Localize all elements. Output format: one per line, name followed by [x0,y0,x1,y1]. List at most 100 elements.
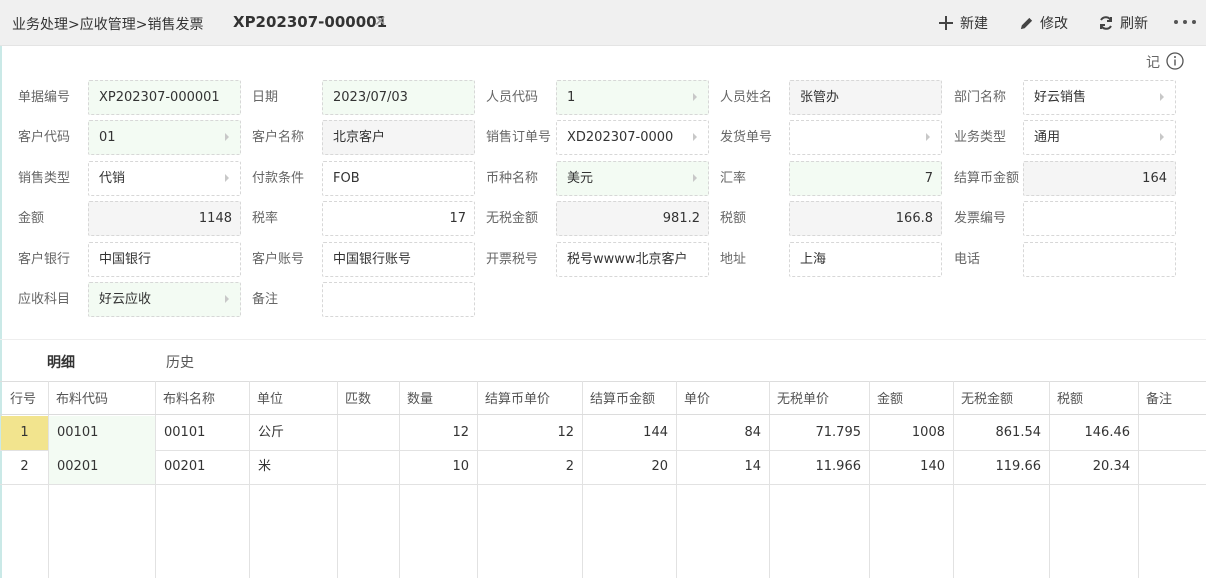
tax-rate-field[interactable]: 17 [322,201,475,236]
chevron-right-icon[interactable] [693,174,697,182]
table-cell[interactable]: 140 [870,450,953,484]
phone-label: 电话 [954,252,981,267]
chevron-right-icon[interactable] [225,174,229,182]
staff-name-field: 张管办 [789,80,942,115]
column-header[interactable]: 无税金额 [961,388,1013,407]
net-amt-label: 无税金额 [486,211,539,226]
info-icon[interactable] [1166,52,1184,70]
column-header[interactable]: 结算币金额 [590,388,655,407]
table-cell[interactable]: 119.66 [954,450,1049,484]
new-button[interactable]: 新建 [938,13,988,33]
column-header[interactable]: 数量 [407,388,433,407]
refresh-button[interactable]: 刷新 [1098,13,1148,33]
table-cell[interactable] [1139,450,1206,484]
table-cell[interactable]: 20.34 [1050,450,1138,484]
bank-label: 客户银行 [18,252,71,267]
table-cell[interactable]: 71.795 [770,416,869,450]
column-header[interactable]: 行号 [10,388,36,407]
column-header[interactable]: 税额 [1057,388,1083,407]
table-cell[interactable]: 00101 [49,416,155,450]
refresh-icon [1100,16,1112,30]
amount-field: 1148 [88,201,241,236]
chevron-right-icon[interactable] [225,133,229,141]
chevron-right-icon[interactable] [926,133,930,141]
column-header[interactable]: 布料名称 [163,388,215,407]
note-label[interactable]: 记 [1146,52,1160,72]
so-no-field[interactable]: XD202307-0000 [556,120,709,155]
row-number-cell[interactable]: 1 [1,416,48,450]
cust-name-field: 北京客户 [322,120,475,155]
pay-terms-field[interactable]: FOB [322,161,475,196]
address-label: 地址 [720,252,747,267]
column-header[interactable]: 备注 [1146,388,1172,407]
bank-field[interactable]: 中国银行 [88,242,241,277]
column-header[interactable]: 无税单价 [777,388,829,407]
table-cell[interactable]: 00201 [49,450,155,484]
table-cell[interactable]: 10 [400,450,477,484]
refresh-button-label: 刷新 [1120,16,1148,32]
table-cell[interactable]: 1008 [870,416,953,450]
table-cell[interactable]: 84 [677,416,769,450]
phone-field[interactable] [1023,242,1176,277]
table-cell[interactable] [1139,416,1206,450]
table-cell[interactable]: 00101 [156,416,249,450]
tax-id-field[interactable]: 税号wwww北京客户 [556,242,709,277]
tab-history[interactable]: 历史 [166,352,194,372]
table-cell[interactable]: 米 [250,450,337,484]
column-header[interactable]: 结算币单价 [485,388,550,407]
pencil-icon [1020,17,1033,29]
sale-type-field[interactable]: 代销 [88,161,241,196]
pay-terms-label: 付款条件 [252,171,305,186]
table-cell[interactable]: 11.966 [770,450,869,484]
account-field[interactable]: 中国银行账号 [322,242,475,277]
biz-type-label: 业务类型 [954,130,1007,145]
edit-button[interactable]: 修改 [1019,13,1068,33]
staff-code-field[interactable]: 1 [556,80,709,115]
table-cell[interactable] [338,416,399,450]
column-header[interactable]: 单价 [684,388,710,407]
tab-detail[interactable]: 明细 [47,352,75,372]
table-cell[interactable]: 861.54 [954,416,1049,450]
currency-field[interactable]: 美元 [556,161,709,196]
table-cell[interactable]: 14 [677,450,769,484]
breadcrumb: 业务处理>应收管理>销售发票 [12,17,204,33]
more-options-icon[interactable] [1174,12,1196,32]
table-cell[interactable]: 2 [478,450,582,484]
close-tab-icon[interactable]: ✕ [374,12,387,30]
table-cell[interactable]: 146.46 [1050,416,1138,450]
date-field[interactable]: 2023/07/03 [322,80,475,115]
column-header[interactable]: 匹数 [345,388,371,407]
remark-field[interactable] [322,282,475,317]
column-header[interactable]: 单位 [257,388,283,407]
cust-code-label: 客户代码 [18,130,71,145]
ship-no-field[interactable] [789,120,942,155]
chevron-right-icon[interactable] [693,93,697,101]
chevron-right-icon[interactable] [1160,133,1164,141]
table-cell[interactable]: 12 [478,416,582,450]
document-tab-title[interactable]: XP202307-000001 [233,13,387,31]
ar-subject-field[interactable]: 好云应收 [88,282,241,317]
invoice-no-field[interactable] [1023,201,1176,236]
account-label: 客户账号 [252,252,305,267]
column-header[interactable]: 金额 [877,388,903,407]
address-field[interactable]: 上海 [789,242,942,277]
table-cell[interactable]: 12 [400,416,477,450]
tax-rate-label: 税率 [252,211,279,226]
table-cell[interactable]: 公斤 [250,416,337,450]
table-cell[interactable]: 144 [583,416,676,450]
table-cell[interactable]: 20 [583,450,676,484]
sale-type-label: 销售类型 [18,171,71,186]
chevron-right-icon[interactable] [1160,93,1164,101]
chevron-right-icon[interactable] [693,133,697,141]
cust-code-field[interactable]: 01 [88,120,241,155]
doc-no-field[interactable]: XP202307-000001 [88,80,241,115]
chevron-right-icon[interactable] [225,295,229,303]
dept-field[interactable]: 好云销售 [1023,80,1176,115]
column-header[interactable]: 布料代码 [56,388,108,407]
table-cell[interactable]: 00201 [156,450,249,484]
table-cell[interactable] [338,450,399,484]
rate-field[interactable]: 7 [789,161,942,196]
remark-label: 备注 [252,292,279,307]
row-number-cell[interactable]: 2 [1,450,48,484]
biz-type-field[interactable]: 通用 [1023,120,1176,155]
